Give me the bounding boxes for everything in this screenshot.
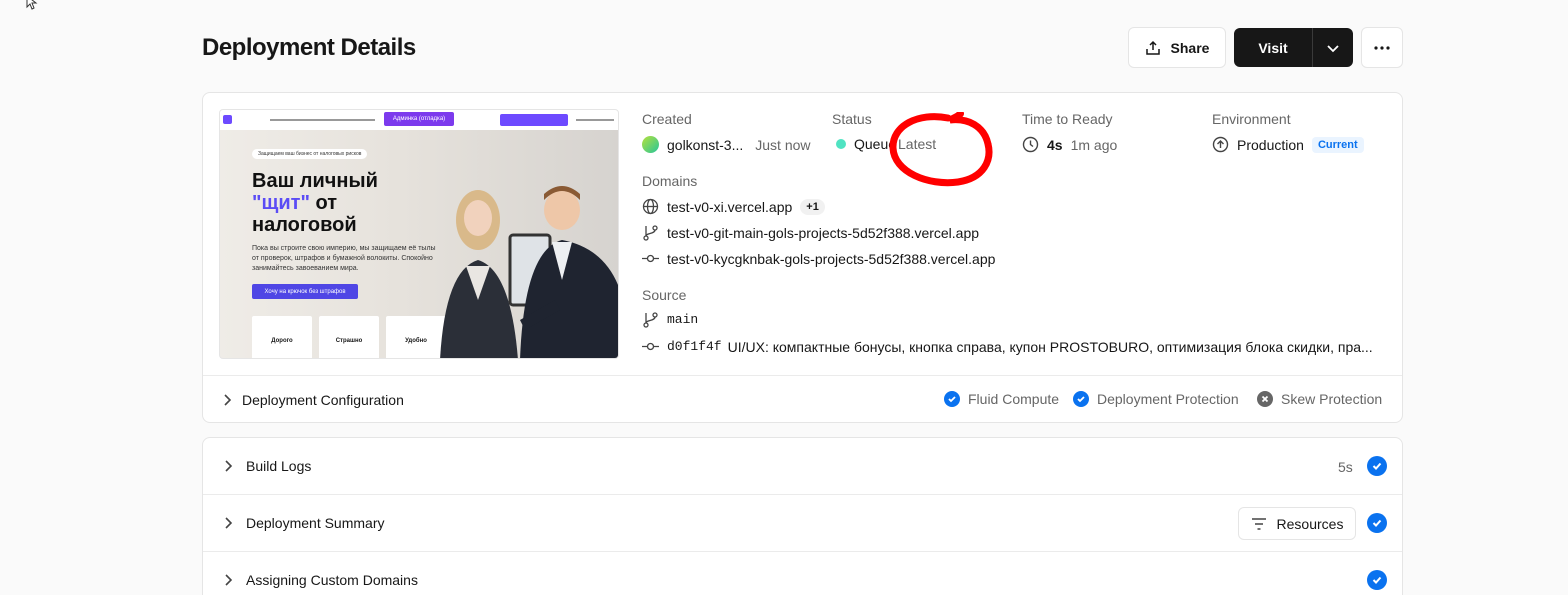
page-title: Deployment Details xyxy=(202,34,416,61)
domains-extra-count[interactable]: +1 xyxy=(800,198,825,215)
chevron-right-icon xyxy=(225,517,233,529)
step-label: Build Logs xyxy=(246,458,312,474)
feature-fluid-compute: Fluid Compute xyxy=(944,391,1059,407)
domain-row-3: test-v0-kycgknbak-gols-projects-5d52f388… xyxy=(642,250,995,267)
preview-cta-button: Хочу на крючок без штрафов xyxy=(252,284,358,299)
chevron-right-icon xyxy=(225,574,233,586)
deployment-overview-card: Админка (отладка) Защищаем ваш бизнес от… xyxy=(202,92,1403,423)
git-branch-icon xyxy=(643,225,658,241)
created-label: Created xyxy=(642,111,692,127)
chevron-down-icon xyxy=(1327,44,1339,52)
deployment-configuration-row[interactable]: Deployment Configuration Fluid Compute D… xyxy=(203,376,1402,422)
status-label: Status xyxy=(832,111,872,127)
preview-tagline: Защищаем ваш бизнес от налоговых рисков xyxy=(252,149,368,159)
preview-tile-2: Страшно xyxy=(319,316,379,358)
preview-headline-line-1: Ваш личный xyxy=(252,170,378,192)
preview-nav-badge: Админка (отладка) xyxy=(384,112,454,126)
mouse-cursor-icon xyxy=(26,0,38,10)
clock-icon xyxy=(1022,136,1039,153)
deployment-preview-thumbnail[interactable]: Админка (отладка) Защищаем ваш бизнес от… xyxy=(219,109,619,359)
deployment-steps-card: Build Logs 5s Deployment Summary Resourc… xyxy=(202,437,1403,595)
commit-hash[interactable]: d0f1f4f xyxy=(667,339,722,354)
domain-link-2[interactable]: test-v0-git-main-gols-projects-5d52f388.… xyxy=(667,225,979,241)
preview-nav-links xyxy=(270,119,375,121)
current-badge: Current xyxy=(1311,136,1364,153)
ready-duration: 4s xyxy=(1047,136,1063,153)
x-circle-icon xyxy=(1257,391,1273,407)
created-time: Just now xyxy=(755,136,811,153)
environment-name: Production xyxy=(1237,136,1304,153)
share-button[interactable]: Share xyxy=(1128,27,1226,68)
git-commit-icon xyxy=(642,254,659,263)
check-circle-icon xyxy=(1367,456,1387,476)
feature-deployment-protection: Deployment Protection xyxy=(1073,391,1239,407)
filter-icon xyxy=(1251,517,1266,530)
domain-row-2: test-v0-git-main-gols-projects-5d52f388.… xyxy=(642,224,979,241)
source-label: Source xyxy=(642,287,687,303)
resources-label: Resources xyxy=(1276,515,1344,532)
deployment-configuration-label: Deployment Configuration xyxy=(242,392,404,408)
preview-headline-accent: "щит" xyxy=(252,192,310,214)
feature-skew-protection: Skew Protection xyxy=(1257,391,1382,407)
check-circle-icon xyxy=(1367,570,1387,590)
preview-tile-1: Дорого xyxy=(252,316,312,358)
chevron-right-icon xyxy=(224,394,232,406)
source-branch[interactable]: main xyxy=(667,312,698,327)
step-duration: 5s xyxy=(1338,459,1353,475)
preview-logo xyxy=(223,115,232,124)
environment-label: Environment xyxy=(1212,111,1291,127)
check-circle-icon xyxy=(1073,391,1089,407)
feature-label: Deployment Protection xyxy=(1097,391,1239,407)
time-to-ready-value: 4s 1m ago xyxy=(1022,136,1117,153)
ellipsis-icon xyxy=(1374,45,1390,50)
domain-link-3[interactable]: test-v0-kycgknbak-gols-projects-5d52f388… xyxy=(667,251,995,267)
domains-label: Domains xyxy=(642,173,698,189)
source-branch-row: main xyxy=(642,311,698,328)
check-circle-icon xyxy=(944,391,960,407)
check-circle-icon xyxy=(1367,513,1387,533)
avatar xyxy=(642,136,659,153)
step-label: Deployment Summary xyxy=(246,515,385,531)
preview-tile-2-label: Страшно xyxy=(335,338,363,344)
preview-headline-line-2: "щит" от xyxy=(252,192,378,214)
visit-button[interactable]: Visit xyxy=(1234,28,1312,67)
preview-nav-text xyxy=(576,119,614,121)
preview-headline: Ваш личный "щит" от налоговой xyxy=(252,170,378,236)
production-arrow-icon xyxy=(1212,136,1229,153)
feature-label: Skew Protection xyxy=(1281,391,1383,407)
step-build-logs[interactable]: Build Logs 5s xyxy=(203,438,1402,495)
preview-headline-line-3: налоговой xyxy=(252,214,357,236)
source-commit-row: d0f1f4f UI/UX: компактные бонусы, кнопка… xyxy=(642,338,1373,355)
step-label: Assigning Custom Domains xyxy=(246,572,418,588)
created-user[interactable]: golkonst-3... xyxy=(667,137,743,153)
preview-navbar: Админка (отладка) xyxy=(220,110,618,130)
share-icon xyxy=(1145,40,1160,55)
commit-message[interactable]: UI/UX: компактные бонусы, кнопка справа,… xyxy=(728,339,1373,355)
visit-dropdown-button[interactable] xyxy=(1312,28,1353,67)
resources-button[interactable]: Resources xyxy=(1238,507,1356,540)
environment-value: Production Current xyxy=(1212,136,1364,153)
preview-nav-button xyxy=(500,114,568,126)
ready-ago: 1m ago xyxy=(1070,136,1118,153)
step-deployment-summary[interactable]: Deployment Summary Resources xyxy=(203,495,1402,552)
chevron-right-icon xyxy=(225,460,233,472)
preview-tile-1-label: Дорого xyxy=(271,338,293,344)
preview-headline-line-2-rest: от xyxy=(309,192,338,214)
step-assigning-custom-domains[interactable]: Assigning Custom Domains xyxy=(203,552,1402,595)
globe-icon xyxy=(642,198,659,215)
status-dot-icon xyxy=(836,139,846,149)
created-value: golkonst-3... Just now xyxy=(642,136,811,153)
time-to-ready-label: Time to Ready xyxy=(1022,111,1113,127)
preview-people-illustration xyxy=(440,186,618,358)
feature-label: Fluid Compute xyxy=(968,391,1060,407)
red-annotation-circle xyxy=(889,112,993,187)
more-options-button[interactable] xyxy=(1361,27,1403,68)
git-branch-icon xyxy=(643,312,658,328)
share-label: Share xyxy=(1170,39,1210,56)
domain-link-1[interactable]: test-v0-xi.vercel.app xyxy=(667,199,792,215)
domain-row-1: test-v0-xi.vercel.app +1 xyxy=(642,198,825,215)
git-commit-icon xyxy=(642,342,659,351)
